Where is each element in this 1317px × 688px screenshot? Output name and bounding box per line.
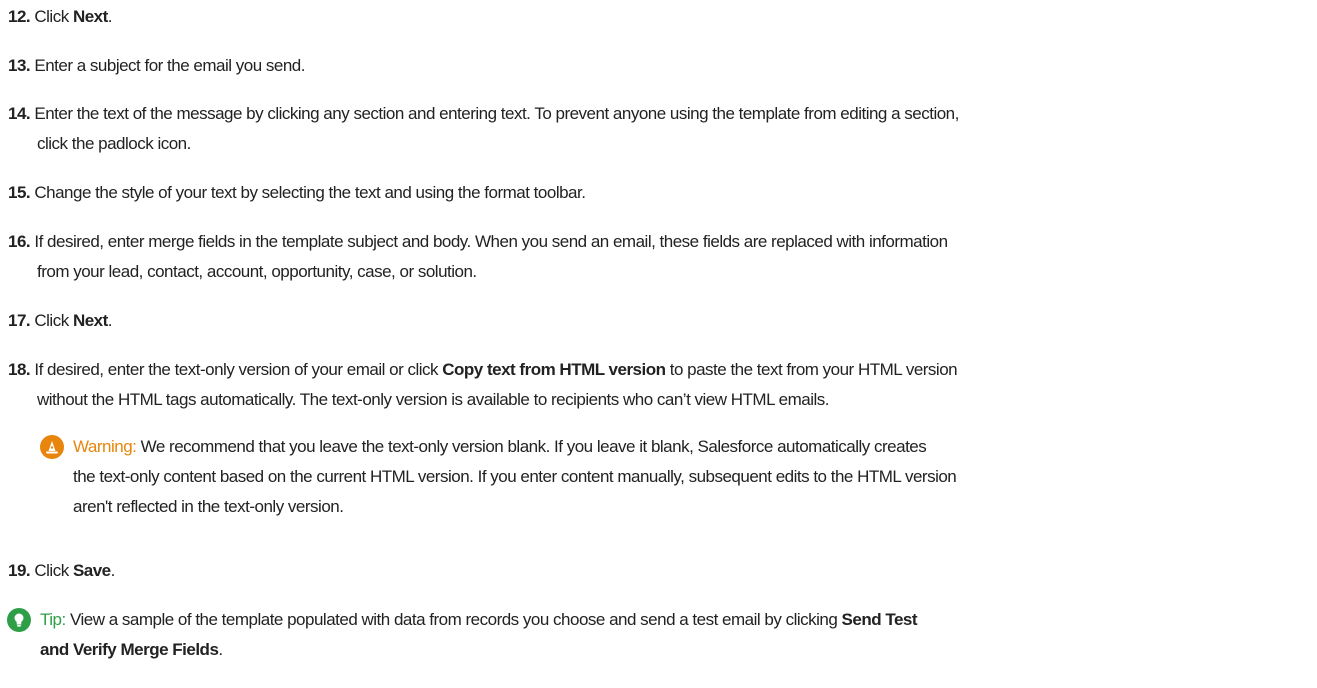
step-text: Click — [34, 311, 73, 330]
warning-text-continued: aren't reflected in the text-only versio… — [73, 497, 344, 516]
step-text: If desired, enter merge fields in the te… — [34, 232, 948, 251]
warning-text-continued: the text-only content based on the curre… — [73, 467, 957, 486]
lightbulb-icon — [7, 608, 31, 632]
step-13: 13. Enter a subject for the email you se… — [8, 51, 1303, 81]
step-text-continued: from your lead, contact, account, opport… — [37, 262, 477, 281]
step-number: 17. — [8, 311, 31, 330]
step-18: 18. If desired, enter the text-only vers… — [8, 355, 1303, 415]
document-page: 12. Click Next. 13. Enter a subject for … — [0, 0, 1317, 688]
step-number: 15. — [8, 183, 31, 202]
step-14: 14. Enter the text of the message by cli… — [8, 99, 1303, 159]
ui-term: Next — [72, 7, 108, 26]
step-text: Click — [34, 561, 73, 580]
step-number: 18. — [8, 360, 31, 379]
tip-text: View a sample of the template populated … — [69, 610, 842, 629]
step-text: Change the style of your text by selecti… — [34, 183, 586, 202]
step-text: Click — [34, 7, 73, 26]
warning-label: Warning: — [73, 437, 137, 456]
step-text-end: . — [107, 7, 113, 26]
ui-term: Next — [72, 311, 108, 330]
step-text: Enter a subject for the email you send. — [34, 56, 305, 75]
step-15: 15. Change the style of your text by sel… — [8, 178, 1303, 208]
ui-term: and Verify Merge Fields — [40, 640, 219, 659]
step-text-continued: without the HTML tags automatically. The… — [37, 390, 829, 409]
step-number: 13. — [8, 56, 31, 75]
warning-icon — [40, 435, 64, 459]
step-text: If desired, enter the text-only version … — [34, 360, 443, 379]
ui-term: Save — [72, 561, 111, 580]
step-text-end: . — [110, 561, 116, 580]
step-12: 12. Click Next. — [8, 2, 1303, 32]
step-16: 16. If desired, enter merge fields in th… — [8, 227, 1303, 287]
tip-note: Tip: View a sample of the template popul… — [40, 605, 1310, 665]
step-number: 14. — [8, 104, 31, 123]
step-text-continued: click the padlock icon. — [37, 134, 191, 153]
ui-term: Copy text from HTML version — [442, 360, 666, 379]
warning-text: We recommend that you leave the text-onl… — [140, 437, 927, 456]
step-number: 12. — [8, 7, 31, 26]
warning-note: Warning: We recommend that you leave the… — [73, 432, 1317, 522]
tip-label: Tip: — [40, 610, 66, 629]
step-text: to paste the text from your HTML version — [665, 360, 958, 379]
step-text-end: . — [107, 311, 113, 330]
step-17: 17. Click Next. — [8, 306, 1303, 336]
step-number: 19. — [8, 561, 31, 580]
step-text: Enter the text of the message by clickin… — [34, 104, 959, 123]
step-19: 19. Click Save. — [8, 556, 1303, 586]
tip-text-end: . — [218, 640, 223, 659]
step-number: 16. — [8, 232, 31, 251]
ui-term: Send Test — [841, 610, 918, 629]
